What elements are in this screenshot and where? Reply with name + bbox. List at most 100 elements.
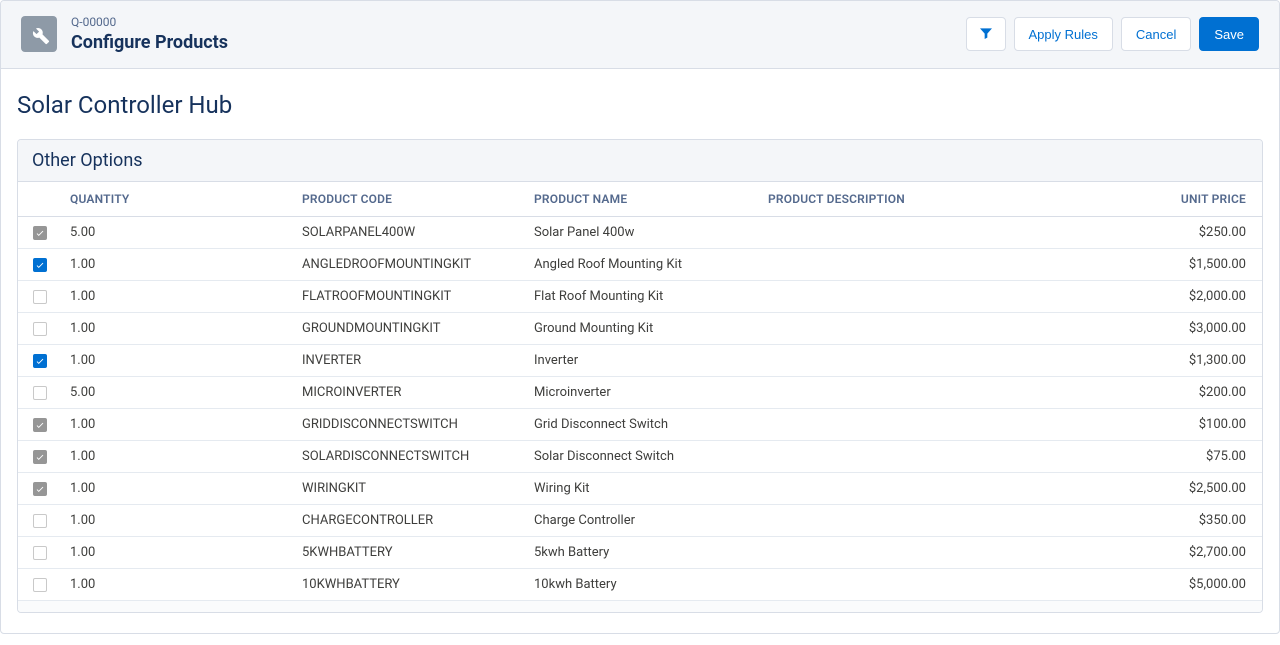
- page-title: Configure Products: [71, 31, 228, 54]
- filter-button[interactable]: [966, 17, 1006, 51]
- col-header-product-description: PRODUCT DESCRIPTION: [760, 182, 1122, 217]
- cell-quantity: 5.00: [62, 216, 294, 248]
- row-checkbox[interactable]: [33, 514, 47, 528]
- cell-product-code: MICROINVERTER: [294, 376, 526, 408]
- cell-product-code: FLATROOFMOUNTINGKIT: [294, 280, 526, 312]
- row-checkbox[interactable]: [33, 546, 47, 560]
- cell-quantity: 1.00: [62, 312, 294, 344]
- cell-quantity: 1.00: [62, 536, 294, 568]
- table-row: 1.00WIRINGKITWiring Kit$2,500.00: [18, 472, 1262, 504]
- table-row: 1.00ANGLEDROOFMOUNTINGKITAngled Roof Mou…: [18, 248, 1262, 280]
- options-table: QUANTITY PRODUCT CODE PRODUCT NAME PRODU…: [18, 182, 1262, 601]
- cell-quantity: 1.00: [62, 248, 294, 280]
- table-row: 1.00CHARGECONTROLLERCharge Controller$35…: [18, 504, 1262, 536]
- cell-quantity: 1.00: [62, 408, 294, 440]
- cell-product-name: Grid Disconnect Switch: [526, 408, 760, 440]
- cell-product-code: GRIDDISCONNECTSWITCH: [294, 408, 526, 440]
- cell-product-description: [760, 504, 1122, 536]
- cell-product-name: Solar Disconnect Switch: [526, 440, 760, 472]
- content: Other Options QUANTITY PRODUCT CODE PROD…: [1, 139, 1279, 634]
- cell-product-description: [760, 568, 1122, 600]
- cell-product-description: [760, 472, 1122, 504]
- row-checkbox: [33, 226, 47, 240]
- cell-product-code: INVERTER: [294, 344, 526, 376]
- cell-unit-price: $1,500.00: [1122, 248, 1262, 280]
- cell-product-name: Charge Controller: [526, 504, 760, 536]
- cell-quantity: 1.00: [62, 504, 294, 536]
- cell-product-description: [760, 248, 1122, 280]
- cell-product-name: Inverter: [526, 344, 760, 376]
- col-header-checkbox: [18, 182, 62, 217]
- cell-product-code: SOLARDISCONNECTSWITCH: [294, 440, 526, 472]
- row-checkbox[interactable]: [33, 290, 47, 304]
- cell-product-code: 10KWHBATTERY: [294, 568, 526, 600]
- col-header-product-name: PRODUCT NAME: [526, 182, 760, 217]
- col-header-quantity: QUANTITY: [62, 182, 294, 217]
- row-checkbox: [33, 418, 47, 432]
- cancel-button[interactable]: Cancel: [1121, 17, 1191, 51]
- cell-product-code: ANGLEDROOFMOUNTINGKIT: [294, 248, 526, 280]
- options-panel: Other Options QUANTITY PRODUCT CODE PROD…: [17, 139, 1263, 614]
- cell-quantity: 1.00: [62, 440, 294, 472]
- table-row: 1.00INVERTERInverter $1,300.00: [18, 344, 1262, 376]
- cell-product-description: [760, 536, 1122, 568]
- header-left: Q-00000 Configure Products: [21, 15, 228, 54]
- cell-unit-price: $200.00: [1122, 376, 1262, 408]
- table-row: 1.00FLATROOFMOUNTINGKITFlat Roof Mountin…: [18, 280, 1262, 312]
- col-header-unit-price: UNIT PRICE: [1122, 182, 1262, 217]
- wrench-icon: [21, 16, 57, 52]
- header-title-block: Q-00000 Configure Products: [71, 15, 228, 54]
- panel-footer: [18, 600, 1262, 612]
- cell-product-description: [760, 216, 1122, 248]
- cell-product-name: Solar Panel 400w: [526, 216, 760, 248]
- save-button[interactable]: Save: [1199, 17, 1259, 51]
- cell-product-code: GROUNDMOUNTINGKIT: [294, 312, 526, 344]
- col-header-product-code: PRODUCT CODE: [294, 182, 526, 217]
- table-row: 5.00MICROINVERTERMicroinverter $200.00: [18, 376, 1262, 408]
- cell-quantity: 1.00: [62, 280, 294, 312]
- header-actions: Apply Rules Cancel Save: [966, 17, 1259, 51]
- cell-unit-price: $3,000.00: [1122, 312, 1262, 344]
- cell-unit-price: $75.00: [1122, 440, 1262, 472]
- cell-unit-price: $5,000.00: [1122, 568, 1262, 600]
- cell-unit-price: $250.00: [1122, 216, 1262, 248]
- cell-product-description: [760, 312, 1122, 344]
- row-checkbox: [33, 482, 47, 496]
- cell-product-description: [760, 344, 1122, 376]
- row-checkbox[interactable]: [33, 322, 47, 336]
- cell-quantity: 5.00: [62, 376, 294, 408]
- filter-icon: [978, 25, 994, 44]
- cell-quantity: 1.00: [62, 568, 294, 600]
- row-checkbox[interactable]: [33, 578, 47, 592]
- table-row: 5.00SOLARPANEL400WSolar Panel 400w $250.0…: [18, 216, 1262, 248]
- cell-product-name: 10kwh Battery: [526, 568, 760, 600]
- app-container: Q-00000 Configure Products Apply Rules C…: [0, 0, 1280, 634]
- page-header: Q-00000 Configure Products Apply Rules C…: [1, 1, 1279, 69]
- row-checkbox[interactable]: [33, 386, 47, 400]
- table-row: 1.00GRIDDISCONNECTSWITCHGrid Disconnect …: [18, 408, 1262, 440]
- panel-title: Other Options: [18, 140, 1262, 182]
- cell-product-code: 5KWHBATTERY: [294, 536, 526, 568]
- row-checkbox: [33, 450, 47, 464]
- cell-product-description: [760, 280, 1122, 312]
- cell-product-description: [760, 440, 1122, 472]
- quote-id: Q-00000: [71, 15, 228, 31]
- cell-product-code: CHARGECONTROLLER: [294, 504, 526, 536]
- row-checkbox[interactable]: [33, 258, 47, 272]
- cell-product-name: Angled Roof Mounting Kit: [526, 248, 760, 280]
- cell-product-code: SOLARPANEL400W: [294, 216, 526, 248]
- row-checkbox[interactable]: [33, 354, 47, 368]
- cell-quantity: 1.00: [62, 344, 294, 376]
- cell-product-name: 5kwh Battery: [526, 536, 760, 568]
- cell-unit-price: $1,300.00: [1122, 344, 1262, 376]
- cell-product-name: Microinverter: [526, 376, 760, 408]
- cell-product-name: Ground Mounting Kit: [526, 312, 760, 344]
- cell-unit-price: $2,000.00: [1122, 280, 1262, 312]
- table-row: 1.00SOLARDISCONNECTSWITCHSolar Disconnec…: [18, 440, 1262, 472]
- table-row: 1.0010KWHBATTERY10kwh Battery $5,000.00: [18, 568, 1262, 600]
- apply-rules-button[interactable]: Apply Rules: [1014, 17, 1113, 51]
- cell-product-description: [760, 376, 1122, 408]
- table-row: 1.00GROUNDMOUNTINGKITGround Mounting Kit…: [18, 312, 1262, 344]
- cell-quantity: 1.00: [62, 472, 294, 504]
- cell-product-code: WIRINGKIT: [294, 472, 526, 504]
